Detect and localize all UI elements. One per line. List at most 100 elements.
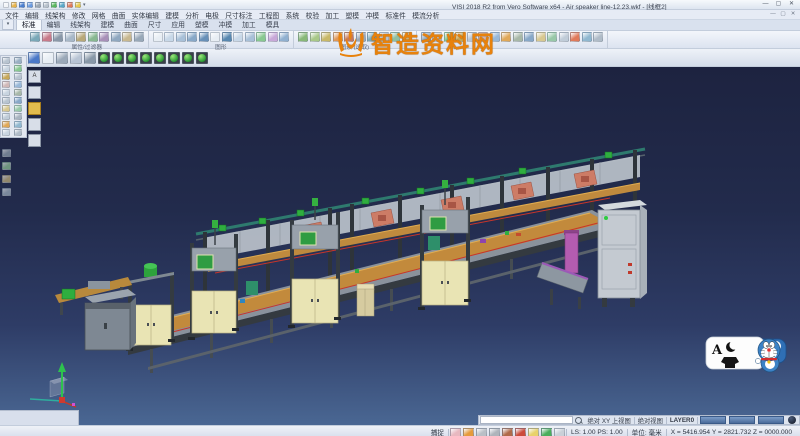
tool-icon-9[interactable] xyxy=(513,32,523,42)
menu-item-18[interactable]: 标准件 xyxy=(382,10,409,20)
tool-icon-5[interactable] xyxy=(467,32,477,42)
menu-item-2[interactable]: 编辑 xyxy=(22,10,42,20)
clip-plane-icon[interactable] xyxy=(2,162,11,170)
plane-toggle[interactable] xyxy=(28,86,41,99)
bottom-view-icon[interactable] xyxy=(196,52,208,64)
menu-item-8[interactable]: 建模 xyxy=(162,10,182,20)
menu-item-5[interactable]: 网格 xyxy=(89,10,109,20)
menu-item-12[interactable]: 工程图 xyxy=(256,10,283,20)
menu-item-16[interactable]: 塑模 xyxy=(342,10,362,20)
extrude-tool-icon[interactable] xyxy=(2,81,10,88)
zoom-previous-icon[interactable] xyxy=(187,32,197,42)
select-layer-icon[interactable] xyxy=(344,32,354,42)
front-view-icon[interactable] xyxy=(140,52,152,64)
line-tool-icon[interactable] xyxy=(14,57,22,64)
rotate-view-icon[interactable] xyxy=(210,32,220,42)
multi-view-icon[interactable] xyxy=(268,32,278,42)
tool-icon-13[interactable] xyxy=(559,32,569,42)
ucs-toggle[interactable] xyxy=(28,102,41,115)
filter-solid-icon[interactable] xyxy=(111,32,121,42)
search-icon[interactable] xyxy=(575,417,582,424)
workplane-indicator[interactable]: 绝对 XY 上视图 xyxy=(585,416,634,425)
revolve-tool-icon[interactable] xyxy=(14,81,22,88)
select-type-icon[interactable] xyxy=(356,32,366,42)
select-previous-icon[interactable] xyxy=(390,32,400,42)
wireframe-view-icon[interactable] xyxy=(233,32,243,42)
redo-icon[interactable] xyxy=(59,2,65,8)
delete-icon[interactable] xyxy=(67,2,73,8)
select-window-icon[interactable] xyxy=(310,32,320,42)
color-attr-icon[interactable] xyxy=(30,32,40,42)
text-tool-icon[interactable] xyxy=(2,129,10,136)
doraemon-sticker[interactable]: A xyxy=(706,337,786,372)
close-button[interactable]: ✕ xyxy=(785,0,798,8)
status-indicator-1[interactable] xyxy=(700,416,726,424)
pan-icon[interactable] xyxy=(199,32,209,42)
tool-icon-12[interactable] xyxy=(547,32,557,42)
units-indicator[interactable]: 单位: 毫米 xyxy=(628,427,666,436)
circle-tool-icon[interactable] xyxy=(14,65,22,72)
help-icon[interactable] xyxy=(75,2,81,8)
preview-icon[interactable] xyxy=(43,2,49,8)
linetype-attr-icon[interactable] xyxy=(42,32,52,42)
active-layer-indicator[interactable]: LAYER0 xyxy=(667,417,697,424)
offset-tool-icon[interactable] xyxy=(2,105,10,112)
zoom-window-icon[interactable] xyxy=(176,32,186,42)
transport-icon[interactable] xyxy=(502,428,513,436)
mdi-minimize-button[interactable]: — xyxy=(768,10,778,18)
menu-item-1[interactable]: 文件 xyxy=(2,10,22,20)
stamp-icon[interactable] xyxy=(476,428,487,436)
layer-attr-icon[interactable] xyxy=(65,32,75,42)
menu-item-7[interactable]: 实体编辑 xyxy=(129,10,163,20)
iso-view-ne-icon[interactable] xyxy=(98,52,110,64)
perspective-icon[interactable] xyxy=(256,32,266,42)
tool-icon-14[interactable] xyxy=(570,32,580,42)
chamfer-tool-icon[interactable] xyxy=(14,89,22,96)
save-icon[interactable] xyxy=(19,2,25,8)
select-clear-icon[interactable] xyxy=(402,32,412,42)
mdi-close-button[interactable]: ✕ xyxy=(788,10,798,18)
filter-line-icon[interactable] xyxy=(88,32,98,42)
tool-icon-7[interactable] xyxy=(490,32,500,42)
snapshot-icon[interactable] xyxy=(2,188,11,196)
fillet-tool-icon[interactable] xyxy=(2,89,10,96)
column-icon[interactable] xyxy=(528,428,539,436)
top-view-icon[interactable] xyxy=(126,52,138,64)
mirror-tool-icon[interactable] xyxy=(14,105,22,112)
menu-item-4[interactable]: 修改 xyxy=(69,10,89,20)
thickness-attr-icon[interactable] xyxy=(53,32,63,42)
measure-tool-icon[interactable] xyxy=(2,121,10,128)
quick-input[interactable] xyxy=(480,416,573,424)
viewport-canvas[interactable]: A xyxy=(0,67,800,425)
filter-surface-icon[interactable] xyxy=(99,32,109,42)
tool-icon-8[interactable] xyxy=(501,32,511,42)
tab-dropdown-icon[interactable]: ▾ xyxy=(2,19,14,30)
quick-access-dropdown-icon[interactable]: ▾ xyxy=(83,2,86,8)
sheet-toggle[interactable] xyxy=(28,134,41,147)
menu-item-3[interactable]: 线架构 xyxy=(42,10,69,20)
control-cabinet[interactable] xyxy=(598,200,647,307)
back-view-icon[interactable] xyxy=(182,52,194,64)
select-chain-icon[interactable] xyxy=(321,32,331,42)
trim-tool-icon[interactable] xyxy=(2,97,10,104)
tool-icon-16[interactable] xyxy=(593,32,603,42)
foreground-box[interactable] xyxy=(357,284,374,316)
tool-icon-11[interactable] xyxy=(536,32,546,42)
snap-label[interactable]: 捕捉 xyxy=(427,427,448,436)
hidden-line-icon[interactable] xyxy=(245,32,255,42)
profile-icon[interactable] xyxy=(489,428,500,436)
ghost-mode-icon[interactable] xyxy=(70,52,82,64)
status-indicator-2[interactable] xyxy=(729,416,755,424)
note-icon[interactable] xyxy=(450,428,461,436)
iso-view-nw-icon[interactable] xyxy=(112,52,124,64)
select-invert-icon[interactable] xyxy=(379,32,389,42)
surface-tool-icon[interactable] xyxy=(14,73,22,80)
right-view-icon[interactable] xyxy=(154,52,166,64)
select-all-icon[interactable] xyxy=(367,32,377,42)
move-icon[interactable] xyxy=(463,428,474,436)
delete-tool-icon[interactable] xyxy=(14,129,22,136)
filter-all-icon[interactable] xyxy=(122,32,132,42)
globe-icon[interactable] xyxy=(788,416,796,424)
select-color-icon[interactable] xyxy=(333,32,343,42)
viewport[interactable]: A xyxy=(0,67,800,425)
